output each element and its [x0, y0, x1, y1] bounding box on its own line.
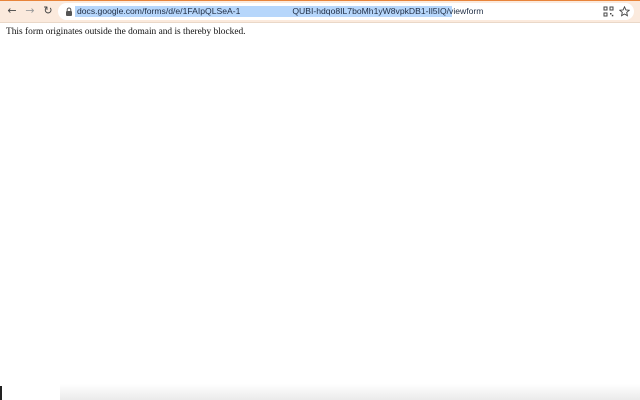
browser-window: ← → ↻ docs.google.com/forms/d/e/1FAIpQLS…: [0, 0, 640, 400]
url-text[interactable]: docs.google.com/forms/d/e/1FAIpQLSeA-1 QU…: [77, 5, 483, 18]
bottom-edge-shadow: [60, 384, 640, 400]
reload-button[interactable]: ↻: [41, 4, 55, 18]
back-button[interactable]: ←: [5, 4, 19, 18]
browser-toolbar: ← → ↻ docs.google.com/forms/d/e/1FAIpQLS…: [0, 0, 640, 23]
url-text-part-2: QUBI-hdqo8IL7boMh1yW8vpkDB1-Il5IQ/viewfo…: [292, 6, 484, 16]
qr-code-icon[interactable]: [603, 6, 614, 17]
blocked-message: This form originates outside the domain …: [6, 27, 246, 37]
address-bar[interactable]: docs.google.com/forms/d/e/1FAIpQLSeA-1 QU…: [58, 3, 634, 20]
forward-button[interactable]: →: [23, 4, 37, 18]
star-icon[interactable]: [619, 6, 630, 17]
url-text-part-1: docs.google.com/forms/d/e/1FAIpQLSeA-1: [77, 6, 241, 16]
forward-arrow-icon: →: [25, 4, 35, 17]
reload-icon: ↻: [43, 4, 53, 17]
lock-icon[interactable]: [65, 7, 73, 16]
window-corner-edge: [0, 386, 2, 400]
back-arrow-icon: ←: [7, 4, 17, 17]
